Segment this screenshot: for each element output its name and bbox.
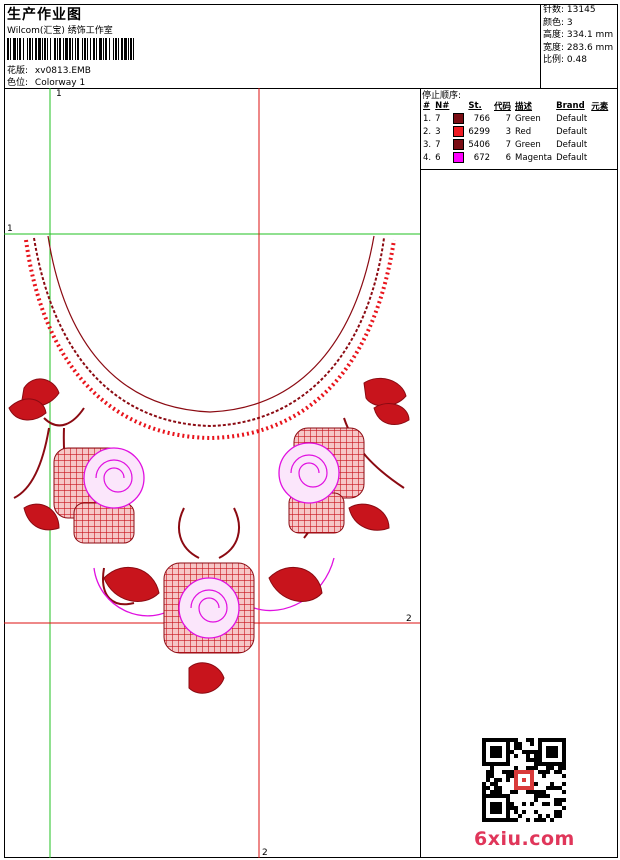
colorway-line: 色位: Colorway 1: [7, 75, 85, 88]
row-stitches: 766: [473, 113, 491, 124]
guide-label-h2: 2: [406, 614, 412, 624]
guide-label-h1: 1: [7, 224, 13, 234]
color-panel: 停止顺序: # N# St. 代码 描述 Brand 元素 1. 7 766 7 Gre…: [420, 88, 618, 858]
table-header: # N# St. 代码 描述 Brand 元素: [421, 100, 610, 112]
row-description: Green: [515, 113, 541, 124]
table-row: 1. 7 766 7 Green Default: [421, 112, 610, 125]
row-swatch: [451, 112, 466, 125]
stat-colors: 颜色: 3: [543, 17, 573, 28]
row-element: [589, 138, 610, 151]
row-needle: 3: [435, 126, 441, 137]
row-stitches: 5406: [468, 139, 491, 150]
table-row: 4. 6 672 6 Magenta Default: [421, 151, 610, 164]
row-needle: 6: [435, 152, 441, 163]
design-canvas: 1 1 2 2: [4, 88, 421, 858]
col-header: 代码: [494, 102, 512, 112]
row-stitches: 672: [473, 152, 491, 163]
row-swatch: [451, 125, 466, 138]
guide-label-v1: 1: [56, 89, 62, 99]
sheet-title: 生产作业图: [7, 7, 82, 23]
barcode: [7, 38, 134, 60]
row-needle: 7: [435, 113, 441, 124]
row-code: 3: [505, 126, 512, 137]
row-description: Red: [515, 126, 532, 137]
row-index: 4.: [423, 152, 432, 163]
row-swatch: [451, 138, 466, 151]
row-index: 1.: [423, 113, 432, 124]
company-name: Wilcom(汇宝) 绣饰工作室: [7, 26, 113, 36]
header-info: 生产作业图 Wilcom(汇宝) 绣饰工作室 花版: xv0813.EMB 色位…: [4, 4, 541, 88]
row-brand: Default: [556, 113, 588, 124]
row-index: 3.: [423, 139, 432, 150]
right-motif: [253, 378, 410, 612]
stat-height: 高度: 334.1 mm: [543, 30, 614, 40]
row-description: Magenta: [515, 152, 553, 163]
color-sequence-table: # N# St. 代码 描述 Brand 元素 1. 7 766 7 Green Defa…: [421, 100, 610, 164]
row-brand: Default: [556, 139, 588, 150]
col-header: N#: [435, 101, 450, 111]
color-swatch: [453, 139, 465, 150]
table-row: 2. 3 6299 3 Red Default: [421, 125, 610, 138]
colorway-label: 色位:: [7, 78, 29, 88]
header: 生产作业图 Wilcom(汇宝) 绣饰工作室 花版: xv0813.EMB 色位…: [4, 4, 618, 89]
row-element: [589, 112, 610, 125]
stats-box: 针数: 13145 颜色: 3 高度: 334.1 mm 宽度: 283.6 m…: [541, 4, 618, 88]
stat-width: 宽度: 283.6 mm: [543, 42, 614, 53]
row-stitches: 6299: [468, 126, 491, 137]
row-code: 7: [505, 139, 512, 150]
row-index: 2.: [423, 126, 432, 137]
center-motif: [163, 507, 255, 694]
col-header: #: [423, 101, 431, 111]
row-code: 7: [505, 113, 512, 124]
row-swatch: [451, 151, 466, 164]
col-header: 元素: [591, 102, 609, 112]
row-element: [589, 151, 610, 164]
col-header: St.: [468, 101, 482, 111]
colorway-value: Colorway 1: [34, 78, 86, 88]
neckline-chain: [33, 237, 385, 428]
color-swatch: [453, 113, 465, 124]
row-code: 6: [505, 152, 512, 163]
row-element: [589, 125, 610, 138]
stat-scale: 比例: 0.48: [543, 55, 587, 65]
neckline-outer: [47, 235, 375, 413]
col-header-swatch: [451, 100, 466, 112]
qr-code: [482, 738, 566, 822]
row-brand: Default: [556, 126, 588, 137]
col-header: 描述: [515, 102, 533, 112]
embroidery-design: 1 1 2 2: [4, 88, 420, 858]
row-brand: Default: [556, 152, 588, 163]
guide-label-v2: 2: [262, 848, 268, 858]
watermark-logo: 6xiu.com: [474, 828, 575, 850]
color-swatch: [453, 152, 465, 163]
table-row: 3. 7 5406 7 Green Default: [421, 138, 610, 151]
col-header: Brand: [556, 101, 585, 111]
row-description: Green: [515, 139, 541, 150]
row-needle: 7: [435, 139, 441, 150]
neckline-stars: [24, 239, 396, 441]
color-swatch: [453, 126, 465, 137]
panel-divider: [420, 169, 618, 170]
stat-stitches: 针数: 13145: [543, 5, 596, 15]
